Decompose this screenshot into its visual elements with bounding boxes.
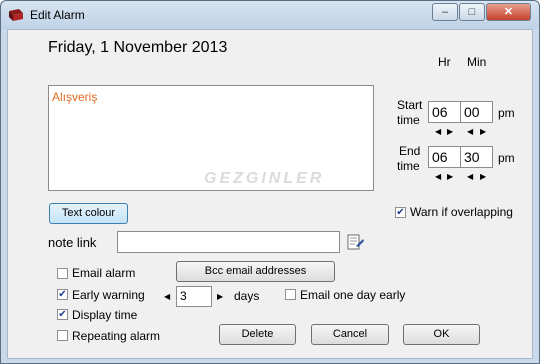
- email-alarm-label: Email alarm: [72, 266, 136, 280]
- email-day-early-checkbox[interactable]: [285, 289, 296, 300]
- note-link-input[interactable]: [117, 231, 340, 253]
- date-heading: Friday, 1 November 2013: [48, 39, 228, 56]
- min-label: Min: [467, 55, 487, 69]
- start-minute-down-icon[interactable]: ◀: [467, 127, 473, 137]
- app-icon: [9, 9, 23, 21]
- display-time-label: Display time: [72, 308, 138, 322]
- edit-alarm-window: Edit Alarm – □ ✕ Friday, 1 November 2013…: [0, 0, 540, 364]
- end-minute-down-icon[interactable]: ◀: [467, 172, 473, 182]
- cancel-button[interactable]: Cancel: [311, 324, 389, 345]
- delete-button[interactable]: Delete: [219, 324, 296, 345]
- browse-note-icon[interactable]: [347, 234, 364, 251]
- start-hour-up-icon[interactable]: ▶: [447, 127, 453, 137]
- warn-overlap-label: Warn if overlapping: [410, 205, 513, 219]
- email-alarm-checkbox[interactable]: [57, 268, 68, 279]
- repeating-alarm-checkbox[interactable]: [57, 330, 68, 341]
- notes-text: Alışveriş: [52, 90, 98, 104]
- start-minute-input[interactable]: 00: [460, 101, 493, 123]
- early-warning-checkbox[interactable]: ✔: [57, 289, 68, 300]
- early-days-down-icon[interactable]: ◀: [164, 292, 170, 302]
- end-label-line1: End: [399, 144, 421, 158]
- ok-button[interactable]: OK: [403, 324, 480, 345]
- window-title: Edit Alarm: [30, 8, 85, 22]
- early-days-up-icon[interactable]: ▶: [217, 292, 223, 302]
- dialog-body: Friday, 1 November 2013 Alışveriş GEZGIN…: [7, 29, 533, 359]
- end-hour-input[interactable]: 06: [428, 146, 461, 168]
- days-label: days: [234, 289, 260, 303]
- title-bar[interactable]: Edit Alarm – □ ✕: [1, 1, 539, 29]
- warn-overlap-checkbox[interactable]: ✔: [395, 207, 406, 218]
- end-minute-up-icon[interactable]: ▶: [480, 172, 486, 182]
- start-ampm: pm: [498, 106, 515, 120]
- maximize-button[interactable]: □: [459, 3, 485, 21]
- start-hour-down-icon[interactable]: ◀: [435, 127, 441, 137]
- early-days-input[interactable]: 3: [176, 286, 212, 307]
- start-hour-input[interactable]: 06: [428, 101, 461, 123]
- repeating-alarm-label: Repeating alarm: [72, 329, 161, 343]
- email-day-early-label: Email one day early: [300, 288, 406, 302]
- text-colour-button[interactable]: Text colour: [49, 203, 128, 224]
- end-hour-up-icon[interactable]: ▶: [447, 172, 453, 182]
- bcc-email-button[interactable]: Bcc email addresses: [176, 261, 335, 282]
- start-minute-up-icon[interactable]: ▶: [480, 127, 486, 137]
- end-ampm: pm: [498, 151, 515, 165]
- early-warning-label: Early warning: [72, 288, 145, 302]
- display-time-checkbox[interactable]: ✔: [57, 309, 68, 320]
- start-label-line1: Start: [397, 98, 423, 112]
- end-label-line2: time: [397, 159, 420, 173]
- hr-label: Hr: [438, 55, 451, 69]
- note-link-label: note link: [48, 235, 97, 250]
- end-minute-input[interactable]: 30: [460, 146, 493, 168]
- start-label-line2: time: [397, 113, 420, 127]
- end-hour-down-icon[interactable]: ◀: [435, 172, 441, 182]
- close-button[interactable]: ✕: [486, 3, 531, 21]
- minimize-button[interactable]: –: [432, 3, 458, 21]
- watermark-text: GEZGINLER: [204, 170, 325, 187]
